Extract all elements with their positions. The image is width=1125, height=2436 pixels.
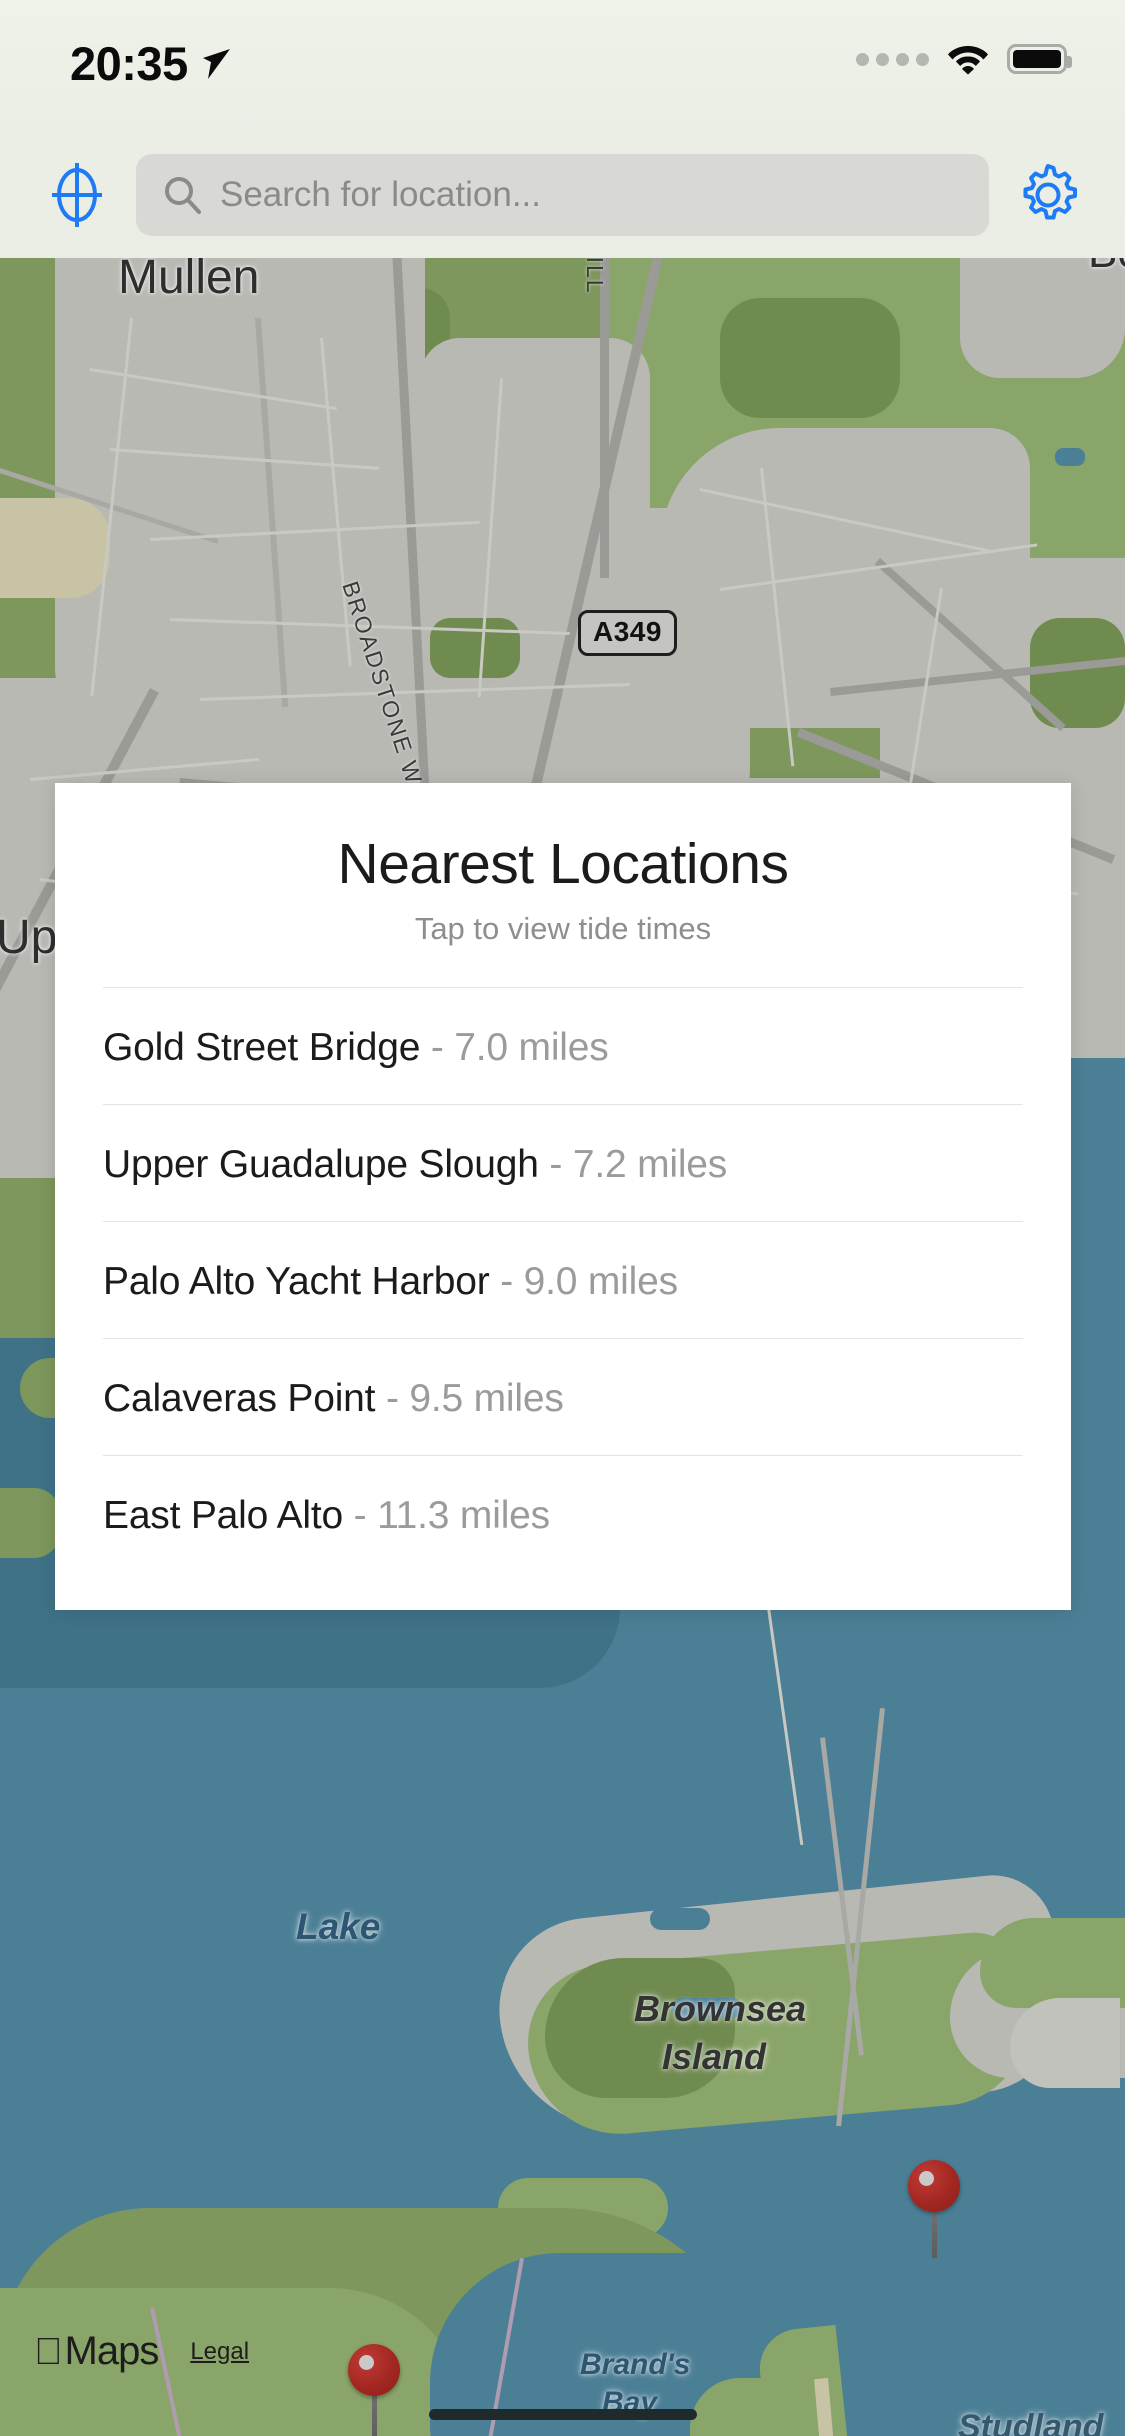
- map-sand-area: [0, 498, 110, 598]
- map-road-shield-a349: A349: [578, 610, 677, 656]
- location-distance: - 7.2 miles: [538, 1143, 728, 1186]
- clock-time: 20:35: [70, 37, 188, 90]
- map-road-label-hill: HILL: [582, 258, 608, 295]
- map-label-brands: Brand's: [580, 2348, 691, 2381]
- location-distance: - 9.5 miles: [375, 1377, 564, 1420]
- phone-screen: Corfe Mullen Upt Be HILL BROADSTONE WAY …: [0, 0, 1125, 2436]
- status-bar-left: 20:35: [70, 36, 232, 91]
- crosshair-locate-icon[interactable]: [40, 158, 114, 232]
- map-label-be: Be: [1088, 258, 1125, 278]
- map-spit: [1010, 1998, 1120, 2088]
- map-pin-north[interactable]: [908, 2160, 960, 2258]
- nearest-locations-card: Nearest Locations Tap to view tide times…: [55, 783, 1071, 1610]
- pin-glint: [359, 2355, 374, 2370]
- status-bar-right: [856, 43, 1072, 75]
- search-toolbar: Search for location...: [0, 132, 1125, 258]
- pin-glint: [919, 2171, 934, 2186]
- card-title: Nearest Locations: [337, 832, 789, 896]
- location-name: Calaveras Point: [103, 1377, 376, 1420]
- location-name: Upper Guadalupe Slough: [103, 1143, 539, 1186]
- locations-list: Gold Street Bridge - 7.0 miles Upper Guad…: [55, 987, 1071, 1572]
- location-arrow-icon: [202, 48, 230, 79]
- location-name: East Palo Alto: [103, 1494, 344, 1537]
- map-water-area: [1055, 448, 1085, 466]
- map-water-area: [650, 1908, 710, 1930]
- search-input[interactable]: Search for location...: [136, 154, 989, 236]
- search-placeholder: Search for location...: [220, 175, 541, 214]
- location-list-item[interactable]: East Palo Alto - 11.3 miles: [55, 1456, 1071, 1572]
- status-bar: 20:35: [0, 0, 1125, 132]
- location-list-item[interactable]: Calaveras Point - 9.5 miles: [55, 1339, 1071, 1455]
- wifi-icon: [948, 46, 988, 75]
- location-name: Gold Street Bridge: [103, 1026, 421, 1069]
- location-distance: - 9.0 miles: [489, 1260, 678, 1303]
- pin-head: [908, 2160, 960, 2212]
- map-label-studland: Studland: [958, 2408, 1104, 2436]
- apple-logo-icon: : [34, 2333, 63, 2371]
- map-label-brownsea-island: Island: [662, 2036, 767, 2077]
- map-urban-area: [420, 338, 650, 598]
- battery-fill: [1013, 50, 1061, 68]
- location-name: Palo Alto Yacht Harbor: [103, 1260, 490, 1303]
- map-road: [600, 258, 609, 578]
- map-attribution:  Maps Legal: [34, 2329, 249, 2374]
- card-subtitle: Tap to view tide times: [414, 911, 712, 946]
- map-label-mullen: Mullen: [118, 258, 260, 304]
- gear-icon[interactable]: [1011, 158, 1085, 232]
- home-indicator[interactable]: [428, 2409, 697, 2420]
- map-label-brownsea: Brownsea: [634, 1988, 807, 2029]
- search-icon: [165, 177, 201, 214]
- location-distance: - 11.3 miles: [343, 1494, 550, 1537]
- map-green-area: [980, 1918, 1125, 2008]
- location-distance: - 7.0 miles: [420, 1026, 609, 1069]
- pin-head: [348, 2344, 400, 2396]
- battery-full-icon: [1007, 44, 1072, 74]
- location-list-item[interactable]: Palo Alto Yacht Harbor - 9.0 miles: [55, 1222, 1071, 1338]
- maps-wordmark: Maps: [36, 2329, 160, 2373]
- map-green-area: [720, 298, 900, 418]
- map-pin-south[interactable]: [348, 2344, 400, 2436]
- cellular-dots-icon: [856, 52, 929, 66]
- map-label-lake: Lake: [296, 1906, 381, 1947]
- location-list-item[interactable]: Gold Street Bridge - 7.0 miles: [55, 988, 1071, 1104]
- apple-maps-logo:  Maps: [34, 2329, 160, 2374]
- legal-link[interactable]: Legal: [190, 2338, 249, 2366]
- location-list-item[interactable]: Upper Guadalupe Slough - 7.2 miles: [55, 1105, 1071, 1221]
- map-green-area: [0, 1488, 60, 1558]
